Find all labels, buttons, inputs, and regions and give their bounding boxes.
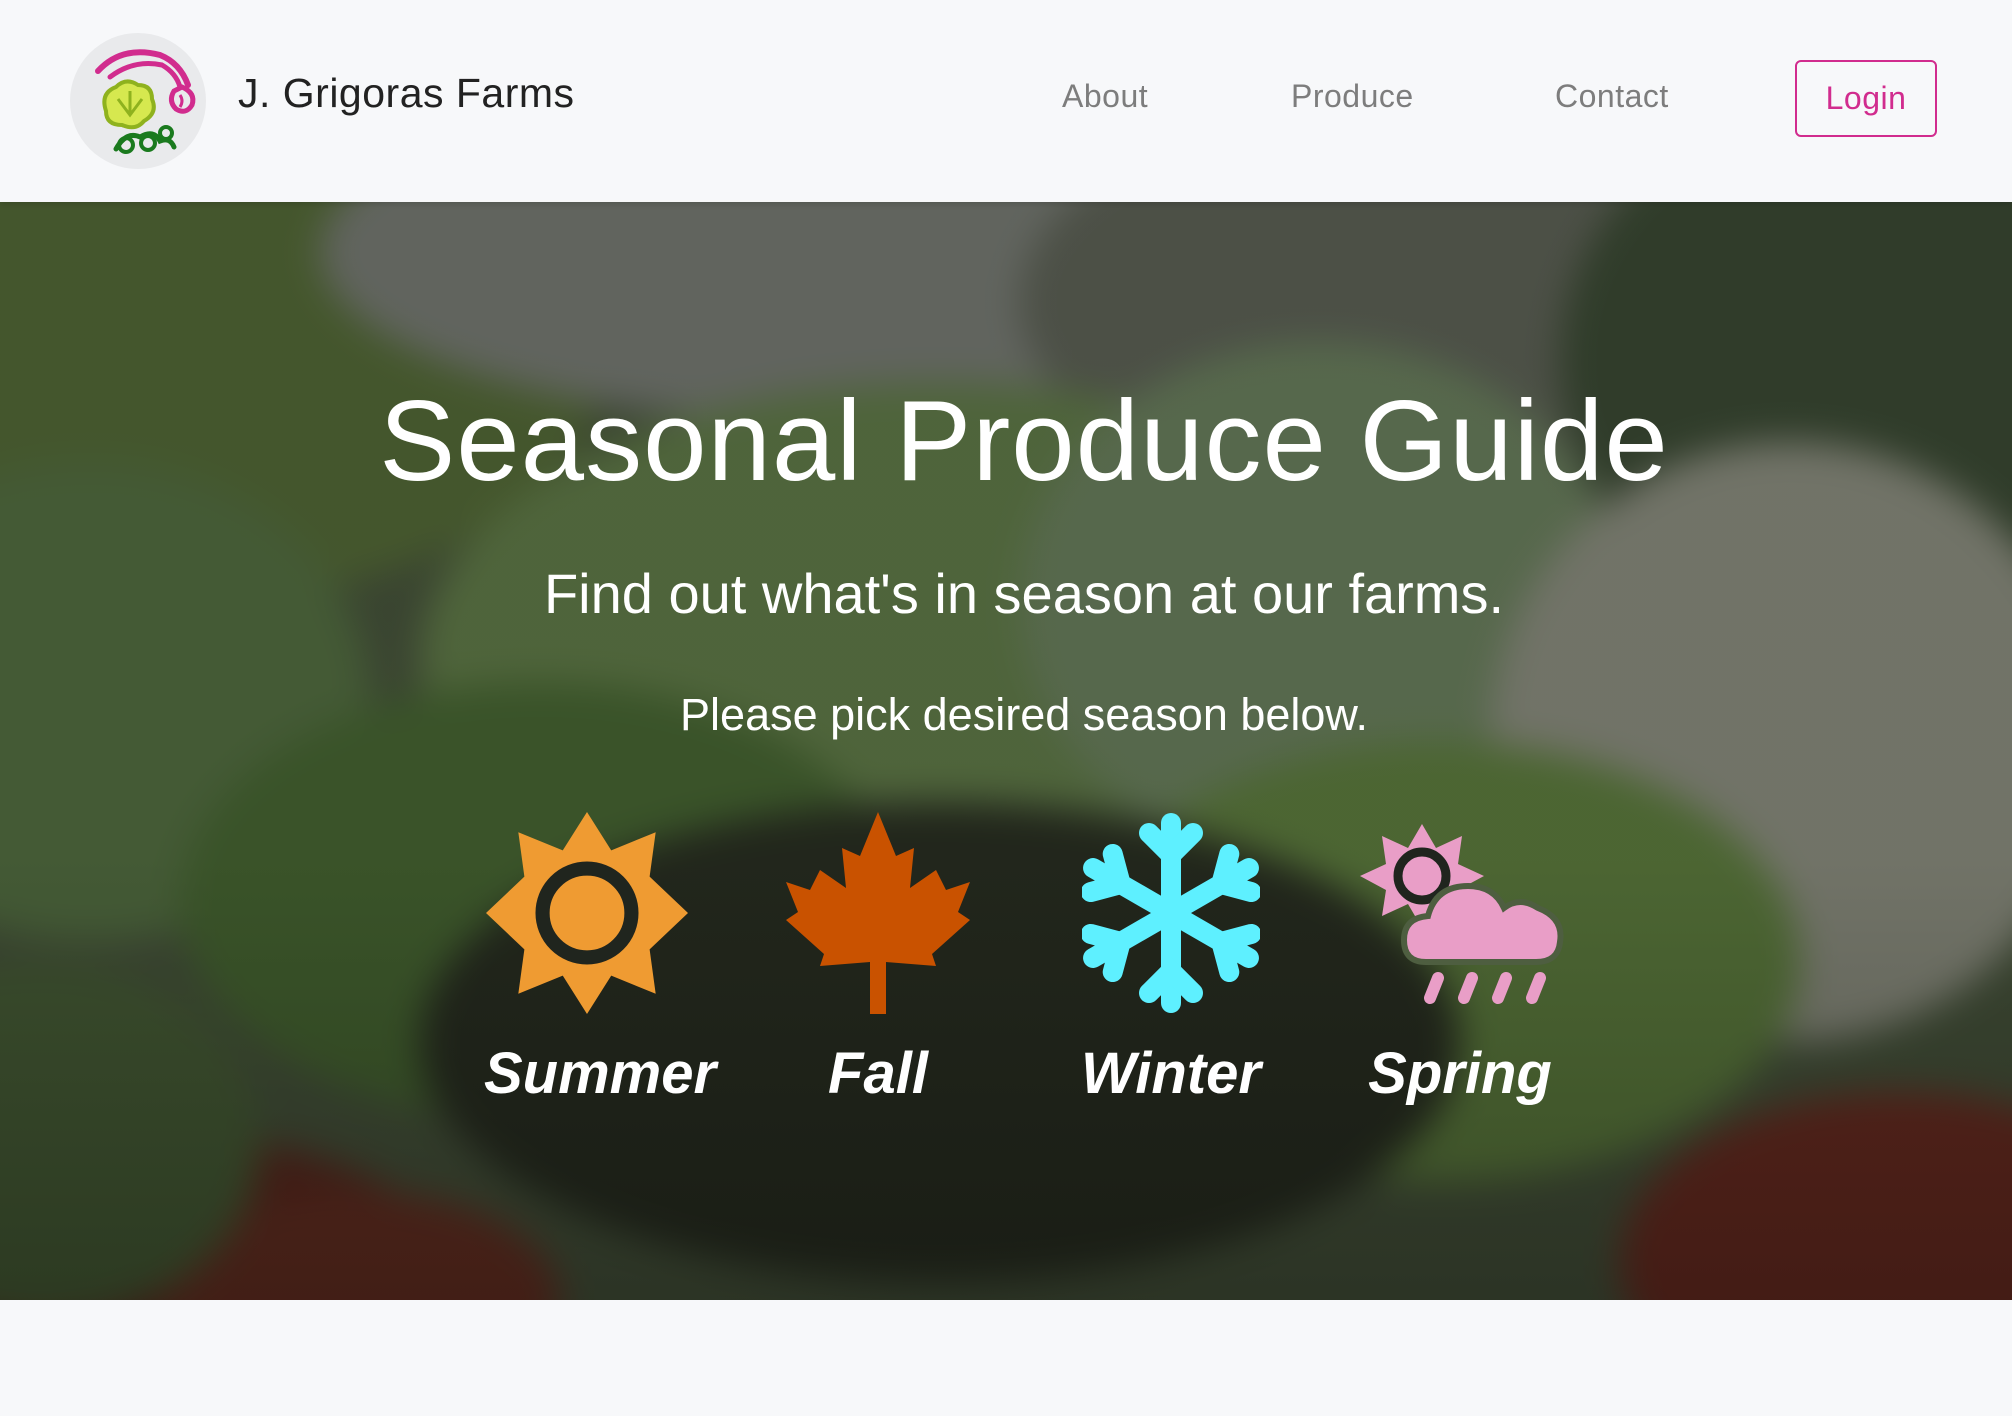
season-summer-button[interactable] [486, 812, 688, 1014]
page-footer-area [0, 1300, 2012, 1416]
sun-cloud-rain-icon [1360, 824, 1564, 1004]
season-fall-label[interactable]: Fall [780, 1040, 976, 1107]
hero-subtitle: Find out what's in season at our farms. [543, 562, 1505, 625]
farm-produce-logo-icon[interactable] [70, 33, 206, 169]
season-prompt: Please pick desired season below. [680, 689, 1368, 740]
hero-section [0, 202, 2012, 1300]
season-fall-button[interactable] [786, 812, 970, 1014]
season-spring-button[interactable] [1360, 812, 1564, 1008]
maple-leaf-icon [786, 812, 970, 1014]
season-summer-label[interactable]: Summer [470, 1040, 730, 1107]
hero-overlay [0, 202, 2012, 1300]
season-winter-label[interactable]: Winter [1060, 1040, 1282, 1107]
nav-link-produce[interactable]: Produce [1291, 78, 1414, 115]
nav-link-about[interactable]: About [1062, 78, 1148, 115]
season-spring-label[interactable]: Spring [1350, 1040, 1570, 1107]
navbar: J. Grigoras Farms About Produce Contact … [0, 0, 2012, 202]
brand-name[interactable]: J. Grigoras Farms [238, 70, 575, 117]
sun-icon [486, 812, 688, 1014]
nav-link-contact[interactable]: Contact [1555, 78, 1669, 115]
snowflake-icon [1082, 813, 1260, 1013]
login-button[interactable]: Login [1795, 60, 1937, 137]
page-title: Seasonal Produce Guide [379, 378, 1669, 505]
season-winter-button[interactable] [1082, 812, 1260, 1014]
